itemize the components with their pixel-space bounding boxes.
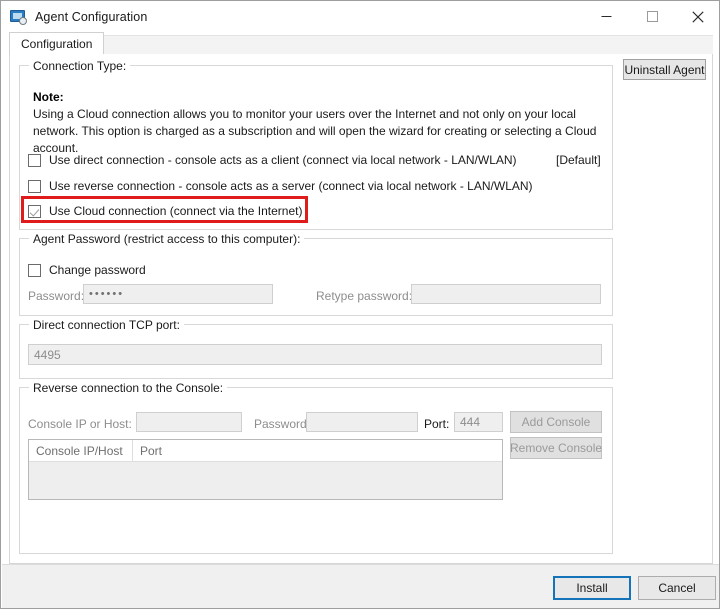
checkbox-use-cloud-connection[interactable]: Use Cloud connection (connect via the In… [28, 202, 302, 220]
password-value: •••••• [89, 288, 124, 300]
note-label: Note: [33, 90, 64, 104]
install-button[interactable]: Install [553, 576, 631, 600]
dialog-footer: Install Cancel [2, 564, 720, 609]
checkbox-change-password[interactable]: Change password [28, 261, 146, 279]
tab-configuration[interactable]: Configuration [9, 32, 104, 55]
retype-password-input[interactable] [411, 284, 601, 304]
remove-console-label: Remove Console [510, 441, 602, 455]
add-console-label: Add Console [522, 415, 591, 429]
cancel-button[interactable]: Cancel [638, 576, 716, 600]
tab-strip-filler [103, 35, 713, 55]
window-title: Agent Configuration [35, 10, 147, 24]
reverse-port-input[interactable]: 444 [454, 412, 503, 432]
tab-configuration-label: Configuration [21, 37, 92, 51]
checkbox-cloud-label: Use Cloud connection (connect via the In… [49, 204, 302, 218]
tab-strip: Configuration [9, 32, 713, 55]
checkbox-change-password-box[interactable] [28, 264, 41, 277]
console-list[interactable]: Console IP/Host Port [28, 439, 503, 500]
maximize-button[interactable] [629, 1, 675, 32]
reverse-password-label: Password: [254, 417, 310, 431]
install-label: Install [576, 581, 607, 595]
password-input[interactable]: •••••• [83, 284, 273, 304]
agent-password-title: Agent Password (restrict access to this … [29, 232, 304, 246]
console-list-col-ip[interactable]: Console IP/Host [29, 440, 133, 461]
checkbox-use-reverse-connection[interactable]: Use reverse connection - console acts as… [28, 177, 533, 195]
add-console-button[interactable]: Add Console [510, 411, 602, 433]
agent-configuration-window: Agent Configuration Configuration Uninst… [0, 0, 720, 609]
client-panel: Uninstall Agent Connection Type: Note: U… [9, 54, 713, 564]
uninstall-agent-label: Uninstall Agent [624, 63, 704, 77]
title-bar: Agent Configuration [1, 1, 720, 32]
console-list-body [29, 462, 502, 500]
console-ip-label: Console IP or Host: [28, 417, 132, 431]
note-body: Using a Cloud connection allows you to m… [33, 106, 607, 157]
close-button[interactable] [675, 1, 720, 32]
cancel-label: Cancel [658, 581, 695, 595]
console-list-header: Console IP/Host Port [29, 440, 502, 462]
password-label: Password: [28, 289, 84, 303]
checkbox-direct-box[interactable] [28, 154, 41, 167]
default-tag: [Default] [556, 153, 601, 167]
window-controls [583, 1, 720, 32]
connection-type-title: Connection Type: [29, 59, 130, 73]
console-ip-input[interactable] [136, 412, 242, 432]
checkbox-direct-label: Use direct connection - console acts as … [49, 153, 517, 167]
reverse-port-value: 444 [460, 415, 480, 429]
checkbox-use-direct-connection[interactable]: Use direct connection - console acts as … [28, 151, 517, 169]
reverse-password-input[interactable] [306, 412, 418, 432]
remove-console-button[interactable]: Remove Console [510, 437, 602, 459]
reverse-connection-title: Reverse connection to the Console: [29, 381, 227, 395]
checkbox-cloud-box[interactable] [28, 205, 41, 218]
uninstall-agent-button[interactable]: Uninstall Agent [623, 59, 706, 80]
direct-port-title: Direct connection TCP port: [29, 318, 184, 332]
direct-port-value: 4495 [34, 348, 61, 362]
direct-port-input[interactable]: 4495 [28, 344, 602, 365]
checkbox-reverse-box[interactable] [28, 180, 41, 193]
reverse-port-label: Port: [424, 417, 449, 431]
retype-password-label: Retype password: [316, 289, 412, 303]
monitor-gear-icon [10, 9, 26, 25]
checkbox-reverse-label: Use reverse connection - console acts as… [49, 179, 533, 193]
checkbox-change-password-label: Change password [49, 263, 146, 277]
minimize-button[interactable] [583, 1, 629, 32]
console-list-col-port[interactable]: Port [133, 440, 333, 461]
